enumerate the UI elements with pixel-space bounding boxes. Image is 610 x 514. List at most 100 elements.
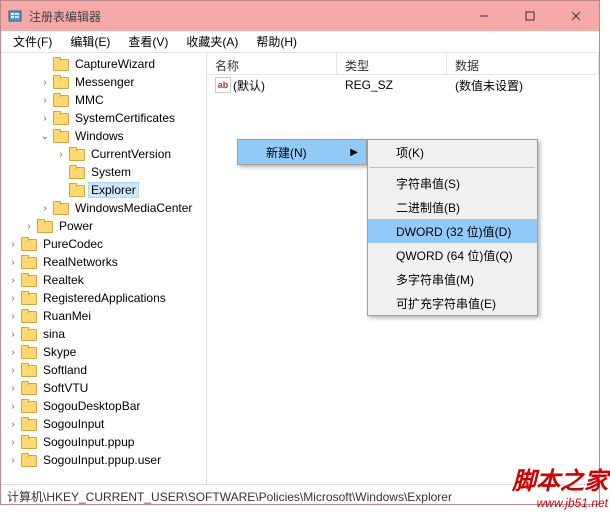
folder-icon (21, 309, 37, 323)
minimize-button[interactable] (461, 1, 507, 31)
value-type: REG_SZ (341, 76, 451, 94)
maximize-button[interactable] (507, 1, 553, 31)
tree-label: SogouInput (40, 416, 107, 432)
expand-icon[interactable]: › (7, 400, 19, 412)
menu-help[interactable]: 帮助(H) (248, 30, 305, 53)
tree-node[interactable]: › Softland (1, 361, 206, 379)
expand-icon[interactable]: › (55, 148, 67, 160)
tree-node[interactable]: ⌄ Windows (1, 127, 206, 145)
folder-icon (53, 93, 69, 107)
tree-node[interactable]: Explorer (1, 181, 206, 199)
collapse-icon[interactable]: ⌄ (39, 130, 51, 142)
col-type[interactable]: 类型 (337, 53, 447, 74)
tree-node[interactable]: ›CurrentVersion (1, 145, 206, 163)
sub-qword[interactable]: QWORD (64 位)值(Q) (368, 243, 537, 267)
tree-node[interactable]: › RuanMei (1, 307, 206, 325)
expand-icon[interactable]: › (7, 418, 19, 430)
expand-icon[interactable]: › (39, 94, 51, 106)
expand-icon[interactable]: › (7, 328, 19, 340)
folder-icon (21, 345, 37, 359)
folder-icon (69, 147, 85, 161)
sub-string[interactable]: 字符串值(S) (368, 171, 537, 195)
expand-icon[interactable]: › (7, 256, 19, 268)
menu-view[interactable]: 查看(V) (120, 30, 176, 53)
tree-label: PureCodec (40, 236, 106, 252)
menu-edit[interactable]: 编辑(E) (62, 30, 118, 53)
folder-icon (21, 453, 37, 467)
tree-node[interactable]: › PureCodec (1, 235, 206, 253)
sub-multi[interactable]: 多字符串值(M) (368, 267, 537, 291)
close-button[interactable] (553, 1, 599, 31)
expand-icon[interactable]: › (7, 292, 19, 304)
tree-label: Windows (72, 128, 127, 144)
sub-dword[interactable]: DWORD (32 位)值(D) (368, 219, 537, 243)
sub-key[interactable]: 项(K) (368, 140, 537, 164)
tree-node[interactable]: › SogouInput.ppup (1, 433, 206, 451)
tree-label: Softland (40, 362, 90, 378)
tree-node[interactable]: ›Power (1, 217, 206, 235)
tree-node[interactable]: CaptureWizard (1, 55, 206, 73)
no-toggle (39, 58, 51, 70)
menubar: 文件(F) 编辑(E) 查看(V) 收藏夹(A) 帮助(H) (1, 31, 599, 53)
folder-icon (21, 399, 37, 413)
tree-label: sina (40, 326, 68, 342)
folder-icon (37, 219, 53, 233)
expand-icon[interactable]: › (7, 238, 19, 250)
tree-label: SystemCertificates (72, 110, 178, 126)
expand-icon[interactable]: › (39, 202, 51, 214)
tree-node[interactable]: › SystemCertificates (1, 109, 206, 127)
tree-node[interactable]: ›MMC (1, 91, 206, 109)
tree-node[interactable]: ›SogouInput.ppup.user (1, 451, 206, 469)
expand-icon[interactable]: › (7, 382, 19, 394)
expand-icon[interactable]: › (7, 364, 19, 376)
col-name[interactable]: 名称 (207, 53, 337, 74)
expand-icon[interactable]: › (7, 310, 19, 322)
titlebar[interactable]: 注册表编辑器 (1, 1, 599, 31)
tree-label: CaptureWizard (72, 56, 158, 72)
sub-expand[interactable]: 可扩充字符串值(E) (368, 291, 537, 315)
list-pane[interactable]: 名称 类型 数据 ab (默认) REG_SZ (数值未设置) 新建(N) ▶ (207, 53, 599, 484)
tree-label: SogouInput.ppup (40, 434, 137, 450)
expand-icon[interactable]: › (7, 274, 19, 286)
tree-node[interactable]: › RealNetworks (1, 253, 206, 271)
tree-label: RuanMei (40, 308, 94, 324)
tree-label: Messenger (72, 74, 137, 90)
expand-icon[interactable]: › (39, 112, 51, 124)
tree-label: SoftVTU (40, 380, 91, 396)
tree-label: RealNetworks (40, 254, 121, 270)
folder-icon (69, 183, 85, 197)
tree-label: Realtek (40, 272, 87, 288)
tree-node[interactable]: › SoftVTU (1, 379, 206, 397)
folder-icon (21, 291, 37, 305)
sub-binary[interactable]: 二进制值(B) (368, 195, 537, 219)
value-data: (数值未设置) (451, 75, 527, 96)
list-row[interactable]: ab (默认) REG_SZ (数值未设置) (207, 75, 599, 95)
tree-node[interactable]: System (1, 163, 206, 181)
menu-file[interactable]: 文件(F) (5, 30, 60, 53)
expand-icon[interactable]: › (7, 454, 19, 466)
expand-icon[interactable]: › (7, 436, 19, 448)
expand-icon[interactable]: › (23, 220, 35, 232)
tree-node[interactable]: › Skype (1, 343, 206, 361)
menu-favorites[interactable]: 收藏夹(A) (178, 30, 246, 53)
tree-node[interactable]: ›RegisteredApplications (1, 289, 206, 307)
folder-icon (21, 273, 37, 287)
value-name: (默认) (233, 77, 265, 94)
registry-editor-window: 注册表编辑器 文件(F) 编辑(E) 查看(V) 收藏夹(A) 帮助(H) Ca… (0, 0, 600, 505)
folder-icon (21, 435, 37, 449)
menu-separator (370, 167, 535, 168)
tree-label: Skype (40, 344, 79, 360)
tree-node[interactable]: ›WindowsMediaCenter (1, 199, 206, 217)
tree-node[interactable]: ›SogouDesktopBar (1, 397, 206, 415)
tree-node[interactable]: › Messenger (1, 73, 206, 91)
folder-icon (53, 201, 69, 215)
tree-node[interactable]: › sina (1, 325, 206, 343)
expand-icon[interactable]: › (39, 76, 51, 88)
col-data[interactable]: 数据 (447, 53, 599, 74)
expand-icon[interactable]: › (7, 346, 19, 358)
folder-icon (21, 237, 37, 251)
tree-node[interactable]: › SogouInput (1, 415, 206, 433)
context-new[interactable]: 新建(N) ▶ (238, 140, 366, 164)
tree-node[interactable]: › Realtek (1, 271, 206, 289)
tree-pane[interactable]: CaptureWizard›Messenger›MMC›SystemCertif… (1, 53, 207, 484)
